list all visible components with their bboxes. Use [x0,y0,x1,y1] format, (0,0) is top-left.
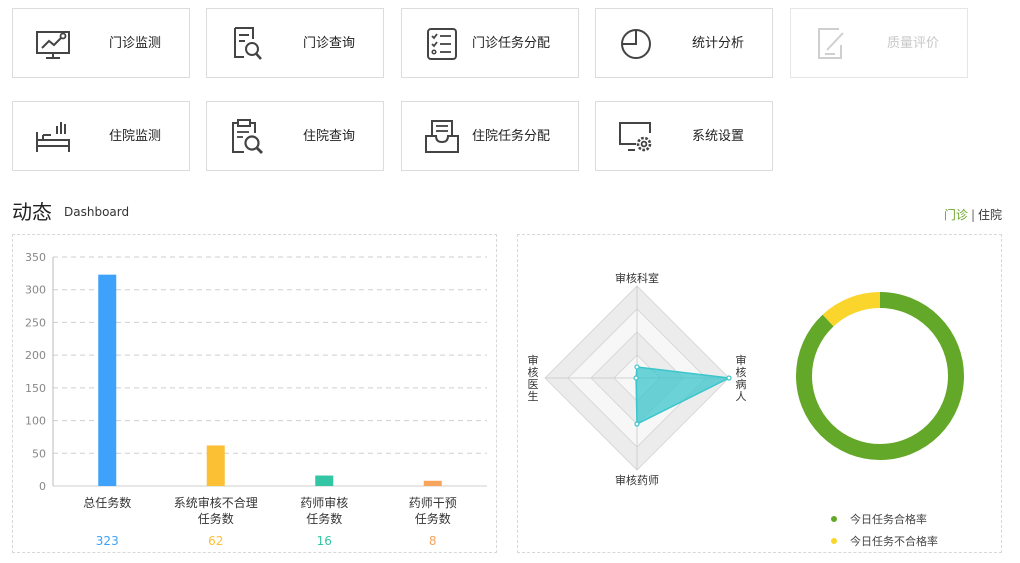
bar-value-label: 323 [96,534,119,548]
tile-system-settings[interactable]: 系统设置 [595,101,773,171]
audit-radar-chart: 审核科室审核药师 审核病人 审核医生 [528,271,747,487]
tile-inpatient-query[interactable]: 住院查询 [206,101,384,171]
tile-label: 门诊任务分配 [472,36,551,51]
view-switch: 门诊 | 住院 [944,206,1002,223]
radar-point [634,421,640,427]
y-tick-label: 150 [25,382,46,395]
legend-marker [831,538,837,544]
bar-value-label: 16 [317,534,332,548]
bar [315,475,334,486]
legend-label: 今日任务不合格率 [850,534,938,548]
tile-outpatient-task-assign[interactable]: 门诊任务分配 [401,8,579,78]
x-category-label: 系统审核不合理 [174,495,258,510]
tile-outpatient-monitor[interactable]: 门诊监测 [12,8,190,78]
tile-label: 住院查询 [303,129,356,144]
pass-rate-donut-chart: 今日任务合格率今日任务不合格率 [796,292,964,548]
bar-chart-panel: 0 50 100 150 200 250 300 350 总任务数 323 系统审核不合理 任务数 62… [12,234,497,553]
bar [98,274,117,486]
donut-slice [796,292,964,460]
radar-label-top: 审核科室 [615,271,659,285]
section-subtitle: Dashboard [64,205,130,219]
radar-label-bottom: 审核药师 [615,473,659,487]
pie-chart-icon [621,29,651,59]
edit-document-icon [818,28,844,59]
tile-label: 系统设置 [692,129,745,144]
tile-label: 质量评价 [887,36,940,51]
inbox-tray-icon [425,120,459,153]
radar-point [726,375,732,381]
tile-inpatient-task-assign[interactable]: 住院任务分配 [401,101,579,171]
tile-label: 住院任务分配 [472,129,551,144]
x-category-label: 总任务数 [83,495,131,510]
x-category-label: 任务数 [198,511,234,526]
y-tick-label: 250 [25,316,46,329]
monitor-chart-icon [36,31,70,59]
document-search-icon [234,27,262,60]
bar-value-label: 8 [429,534,437,548]
radar-point [633,375,639,381]
task-bar-chart: 050100150200250300350总任务数323系统审核不合理任务数62… [25,251,487,548]
y-tick-label: 100 [25,415,46,428]
radar-point [634,364,640,370]
tile-label: 住院监测 [109,129,162,144]
bar [423,480,442,486]
legend-marker [831,516,837,522]
tile-inpatient-monitor[interactable]: 住院监测 [12,101,190,171]
legend-label: 今日任务合格率 [850,512,927,526]
bar-value-label: 62 [208,534,223,548]
y-tick-label: 50 [32,447,46,460]
x-category-label: 药师审核 [300,495,348,510]
hospital-bed-icon [36,122,70,152]
x-category-label: 任务数 [306,511,342,526]
y-tick-label: 300 [25,284,46,297]
x-category-label: 任务数 [415,511,451,526]
x-category-label: 药师干预 [409,496,457,510]
settings-monitor-icon [619,122,652,152]
tile-label: 门诊查询 [303,36,356,51]
bar [206,445,225,486]
radar-label-left: 审核医生 [528,353,539,403]
radar-label-right: 审核病人 [736,353,747,403]
y-tick-label: 0 [39,480,46,493]
y-tick-label: 200 [25,349,46,362]
tab-inpatient[interactable]: 住院 [978,208,1002,222]
tile-outpatient-query[interactable]: 门诊查询 [206,8,384,78]
tile-label: 门诊监测 [109,36,162,51]
tab-separator: | [970,208,975,222]
tab-outpatient[interactable]: 门诊 [944,208,968,222]
radar-donut-panel: 审核科室审核药师 审核病人 审核医生 今日任务合格率 今日任务不合格率 [517,234,1002,553]
section-title: 动态 [12,200,52,224]
y-tick-label: 350 [25,251,46,264]
tile-label: 统计分析 [692,36,745,51]
checklist-icon [427,28,457,60]
tile-statistics[interactable]: 统计分析 [595,8,773,78]
clipboard-search-icon [232,119,263,154]
tile-quality-evaluation: 质量评价 [790,8,968,78]
